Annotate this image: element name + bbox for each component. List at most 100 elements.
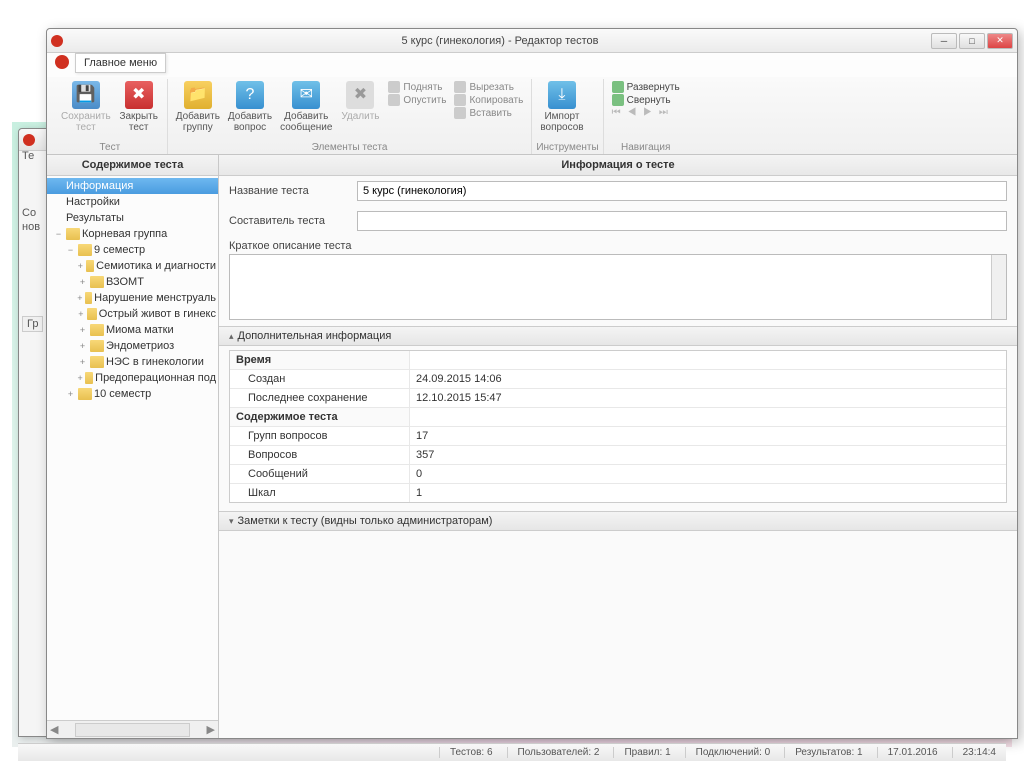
copy-button[interactable]: Копировать — [454, 94, 523, 106]
table-row: Групп вопросов17 — [230, 427, 1006, 446]
expander-icon[interactable]: + — [77, 357, 88, 367]
folder-icon — [85, 292, 92, 304]
tree-item-label: Острый живот в гинекс — [99, 308, 216, 320]
tree-item[interactable]: + Острый живот в гинекс — [47, 306, 218, 322]
folder-icon — [66, 228, 80, 240]
expander-icon[interactable]: + — [65, 389, 76, 399]
table-row: Содержимое теста — [230, 408, 1006, 427]
tree-item-label: НЭС в гинекологии — [106, 356, 204, 368]
folder-icon — [78, 388, 92, 400]
tree-item[interactable]: Результаты — [47, 210, 218, 226]
info-header: Информация о тесте — [219, 155, 1017, 176]
chevron-up-icon: ▴ — [229, 331, 234, 342]
status-tests: Тестов: 6 — [439, 747, 493, 758]
tree-item[interactable]: Информация — [47, 178, 218, 194]
collapse-button[interactable]: Свернуть — [612, 94, 680, 106]
move-up-button[interactable]: Поднять — [388, 81, 446, 93]
tree-item-label: Семиотика и диагности — [96, 260, 216, 272]
folder-icon — [90, 276, 104, 288]
move-down-button[interactable]: Опустить — [388, 94, 446, 106]
add-question-button[interactable]: ?Добавить вопрос — [224, 79, 276, 135]
table-cell-value: 12.10.2015 15:47 — [410, 389, 1006, 407]
tree-item-label: Корневая группа — [82, 228, 167, 240]
expander-icon[interactable]: + — [77, 277, 88, 287]
tree-item[interactable]: Настройки — [47, 194, 218, 210]
expander-icon[interactable]: − — [53, 229, 64, 239]
name-input[interactable] — [357, 181, 1007, 201]
tree-item[interactable]: + Нарушение менструаль — [47, 290, 218, 306]
table-cell-value — [410, 408, 1006, 426]
table-cell-value: 357 — [410, 446, 1006, 464]
main-menu-tab[interactable]: Главное меню — [75, 53, 166, 73]
status-time: 23:14:4 — [952, 747, 996, 758]
tree-item[interactable]: − Корневая группа — [47, 226, 218, 242]
h-scrollbar[interactable]: ◀▶ — [47, 720, 218, 738]
tree-item-label: ВЗОМТ — [106, 276, 144, 288]
table-cell-key: Шкал — [230, 484, 410, 502]
add-group-button[interactable]: 📁Добавить группу — [172, 79, 224, 135]
inner-window-title: 5 курс (гинекология) - Редактор тестов — [69, 35, 931, 47]
close-test-button[interactable]: ✖Закрыть тест — [115, 79, 163, 135]
nav-arrows[interactable]: ⏮ ◀ ▶ ⏭ — [612, 107, 680, 118]
v-scrollbar[interactable] — [991, 255, 1006, 319]
import-button[interactable]: ⤓Импорт вопросов — [536, 79, 587, 135]
ribbon-group-label: Инструменты — [536, 141, 598, 154]
tree-item[interactable]: + Эндометриоз — [47, 338, 218, 354]
cut-button[interactable]: Вырезать — [454, 81, 523, 93]
ribbon: 💾Сохранить тест ✖Закрыть тест Тест 📁Доба… — [47, 77, 1017, 155]
status-connections: Подключений: 0 — [685, 747, 771, 758]
tree-item[interactable]: + НЭС в гинекологии — [47, 354, 218, 370]
add-message-button[interactable]: ✉Добавить сообщение — [276, 79, 336, 135]
background-text: Сонов — [22, 206, 40, 235]
tree-item[interactable]: + ВЗОМТ — [47, 274, 218, 290]
status-rules: Правил: 1 — [613, 747, 670, 758]
table-row: Последнее сохранение12.10.2015 15:47 — [230, 389, 1006, 408]
notes-header[interactable]: ▾Заметки к тесту (видны только администр… — [219, 511, 1017, 531]
app-menu-icon[interactable] — [55, 55, 69, 69]
close-icon: ✖ — [125, 81, 153, 109]
expander-icon[interactable]: + — [77, 309, 85, 319]
paste-button[interactable]: Вставить — [454, 107, 523, 119]
tree-item[interactable]: +Миома матки — [47, 322, 218, 338]
folder-icon — [87, 308, 97, 320]
maximize-button[interactable]: □ — [959, 33, 985, 49]
folder-icon — [90, 356, 104, 368]
tree-item-label: Эндометриоз — [106, 340, 174, 352]
expander-icon[interactable]: + — [77, 325, 88, 335]
tree-item[interactable]: −9 семестр — [47, 242, 218, 258]
expander-icon[interactable]: − — [65, 245, 76, 255]
table-cell-key: Вопросов — [230, 446, 410, 464]
tree-item[interactable]: +Предоперационная под — [47, 370, 218, 386]
tree-item-label: Нарушение менструаль — [94, 292, 216, 304]
table-cell-value: 17 — [410, 427, 1006, 445]
copy-icon — [454, 94, 466, 106]
expander-icon[interactable]: + — [77, 261, 84, 271]
author-input[interactable] — [357, 211, 1007, 231]
close-button[interactable]: ✕ — [987, 33, 1013, 49]
editor-window: 5 курс (гинекология) - Редактор тестов ─… — [46, 28, 1018, 739]
tree-item-label: Информация — [66, 180, 133, 192]
chevron-down-icon: ▾ — [229, 516, 234, 527]
statusbar: Тестов: 6 Пользователей: 2 Правил: 1 Под… — [18, 743, 1006, 761]
minimize-button[interactable]: ─ — [931, 33, 957, 49]
arrow-up-icon — [388, 81, 400, 93]
expand-button[interactable]: Развернуть — [612, 81, 680, 93]
name-label: Название теста — [229, 185, 349, 197]
question-plus-icon: ? — [236, 81, 264, 109]
tree: ИнформацияНастройкиРезультаты−Корневая г… — [47, 176, 218, 720]
expander-icon[interactable]: + — [77, 341, 88, 351]
desc-textarea[interactable] — [229, 254, 1007, 320]
clipboard-items: Вырезать Копировать Вставить — [450, 79, 527, 121]
table-row: Вопросов357 — [230, 446, 1006, 465]
background-tab: Те — [22, 150, 34, 162]
expander-icon[interactable]: + — [77, 293, 83, 303]
background-header: Гр — [22, 316, 43, 332]
delete-button[interactable]: ✖Удалить — [336, 79, 384, 124]
tree-item[interactable]: +10 семестр — [47, 386, 218, 402]
delete-icon: ✖ — [346, 81, 374, 109]
tree-item[interactable]: + Семиотика и диагности — [47, 258, 218, 274]
body-area: Содержимое теста Информация НастройкиРезу… — [47, 155, 1017, 738]
save-test-button[interactable]: 💾Сохранить тест — [57, 79, 115, 135]
extra-info-header[interactable]: ▴Дополнительная информация — [219, 326, 1017, 346]
expander-icon[interactable]: + — [77, 373, 83, 383]
